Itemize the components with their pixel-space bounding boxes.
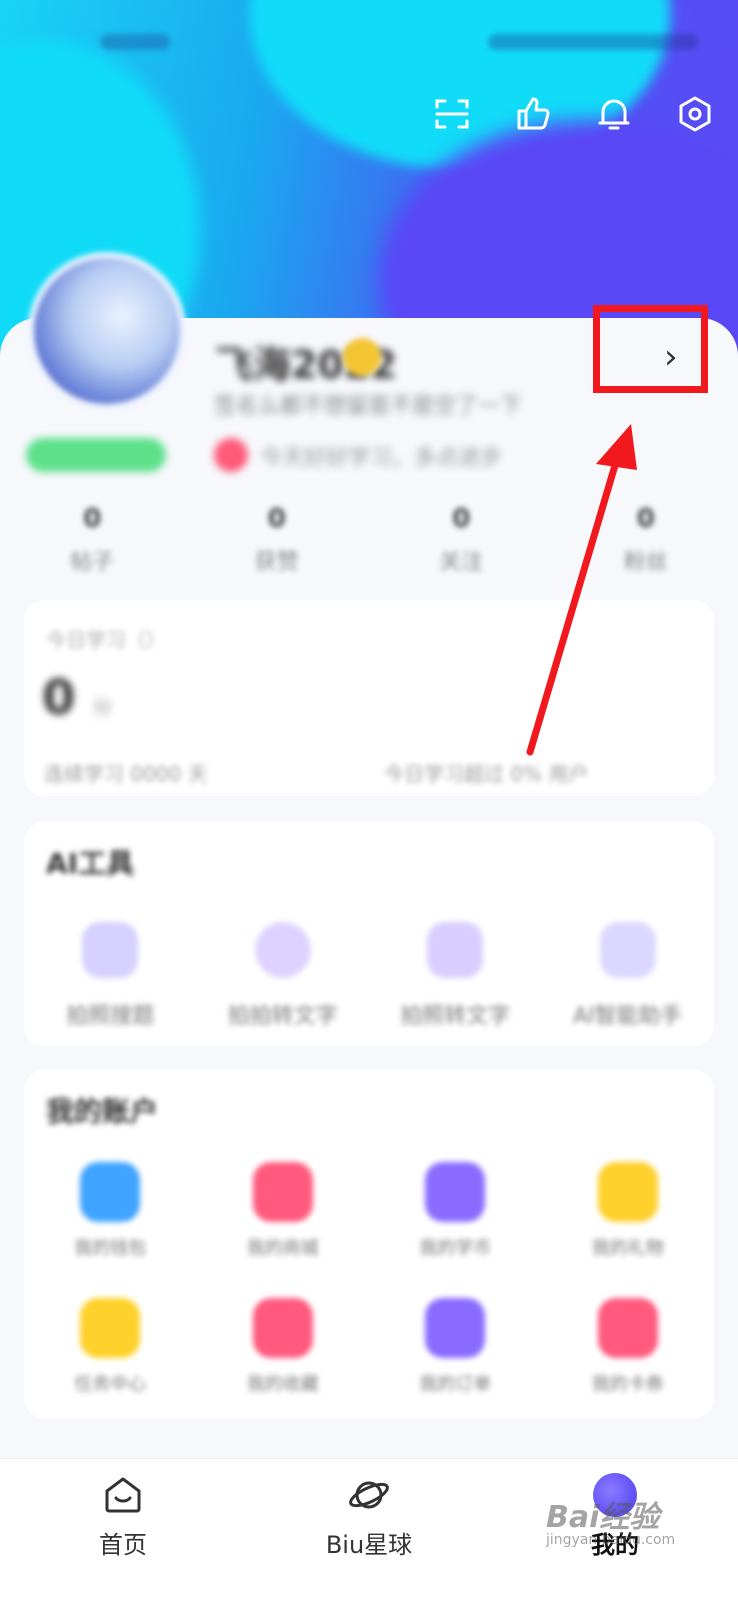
ai-tool-item[interactable]: 拍照转文字 (369, 922, 542, 1030)
ai-tool-item[interactable]: 拍拍转文字 (197, 922, 370, 1030)
favorites-icon (252, 1298, 313, 1358)
account-grid-row2: 任务中心 我的收藏 我的订单 我的卡券 (24, 1298, 714, 1396)
ai-tool-item[interactable]: 拍照搜题 (24, 922, 197, 1030)
status-time (100, 34, 170, 50)
study-minutes: 0 分 (42, 670, 113, 726)
store-icon (252, 1162, 313, 1222)
account-item[interactable]: 我的学币 (369, 1162, 542, 1260)
profile-stats: 0 帖子 0 获赞 0 关注 0 粉丝 (0, 504, 738, 584)
study-title: 今日学习（） (46, 628, 166, 652)
watermark-url: jingyan.baidu.com (546, 1532, 676, 1548)
wallet-icon (80, 1162, 141, 1222)
heart-icon (214, 438, 248, 472)
account-item[interactable]: 我的订单 (369, 1298, 542, 1396)
home-icon (105, 1477, 141, 1513)
status-bar (0, 34, 738, 64)
planet-icon (349, 1481, 389, 1509)
task-icon (80, 1298, 141, 1358)
tab-planet[interactable]: Biu星球 (246, 1459, 492, 1600)
coin-icon (425, 1162, 486, 1222)
account-item[interactable]: 我的钱包 (24, 1162, 197, 1260)
emoji-icon (343, 338, 381, 376)
account-item[interactable]: 任务中心 (24, 1298, 197, 1396)
settings-hexagon-icon[interactable] (676, 94, 714, 134)
stat-likes[interactable]: 0 获赞 (185, 504, 370, 584)
text-scan-icon (254, 922, 311, 978)
orders-icon (425, 1298, 486, 1358)
ai-tool-item[interactable]: AI智能助手 (542, 922, 715, 1030)
account-item[interactable]: 我的礼物 (542, 1162, 715, 1260)
bio-text: 签名么都不想留是不是空了一下 (214, 394, 523, 419)
account-grid-row1: 我的钱包 我的商城 我的学币 我的礼物 (24, 1162, 714, 1260)
account-card: 我的账户 我的钱包 我的商城 我的学币 我的礼物 任务中心 我的收藏 我的订单 … (24, 1070, 714, 1418)
account-item[interactable]: 我的卡券 (542, 1298, 715, 1396)
study-card[interactable]: 今日学习（） 0 分 连续学习 0000 天 今日学习超过 0% 用户 (24, 600, 714, 796)
motto-text: 今天好好学习，多点进步 (260, 446, 503, 471)
ai-assistant-icon (599, 922, 656, 978)
photo-text-icon (427, 922, 484, 978)
ai-tools-title: AI工具 (46, 847, 135, 880)
highlight-box (593, 305, 708, 393)
header-actions (433, 94, 714, 134)
study-percentile: 今日学习超过 0% 用户 (384, 762, 589, 786)
ai-tools-grid: 拍照搜题 拍拍转文字 拍照转文字 AI智能助手 (24, 922, 714, 1030)
photo-search-icon (82, 922, 139, 978)
account-item[interactable]: 我的收藏 (197, 1298, 370, 1396)
tab-home[interactable]: 首页 (0, 1459, 246, 1600)
watermark: Bai经验 (546, 1500, 660, 1535)
study-streak: 连续学习 0000 天 (44, 762, 208, 786)
gift-icon (597, 1162, 658, 1222)
coupon-icon (597, 1298, 658, 1358)
thumbs-up-icon[interactable] (514, 94, 552, 134)
status-indicators (488, 34, 698, 50)
avatar[interactable] (28, 252, 186, 410)
bell-icon[interactable] (595, 94, 633, 134)
stat-posts[interactable]: 0 帖子 (0, 504, 185, 584)
status-badge[interactable] (26, 438, 166, 472)
stat-following[interactable]: 0 关注 (369, 504, 554, 584)
account-title: 我的账户 (46, 1095, 159, 1128)
ai-tools-card: AI工具 拍照搜题 拍拍转文字 拍照转文字 AI智能助手 (24, 822, 714, 1046)
account-item[interactable]: 我的商城 (197, 1162, 370, 1260)
stat-fans[interactable]: 0 粉丝 (554, 504, 738, 584)
scan-icon[interactable] (433, 94, 471, 134)
